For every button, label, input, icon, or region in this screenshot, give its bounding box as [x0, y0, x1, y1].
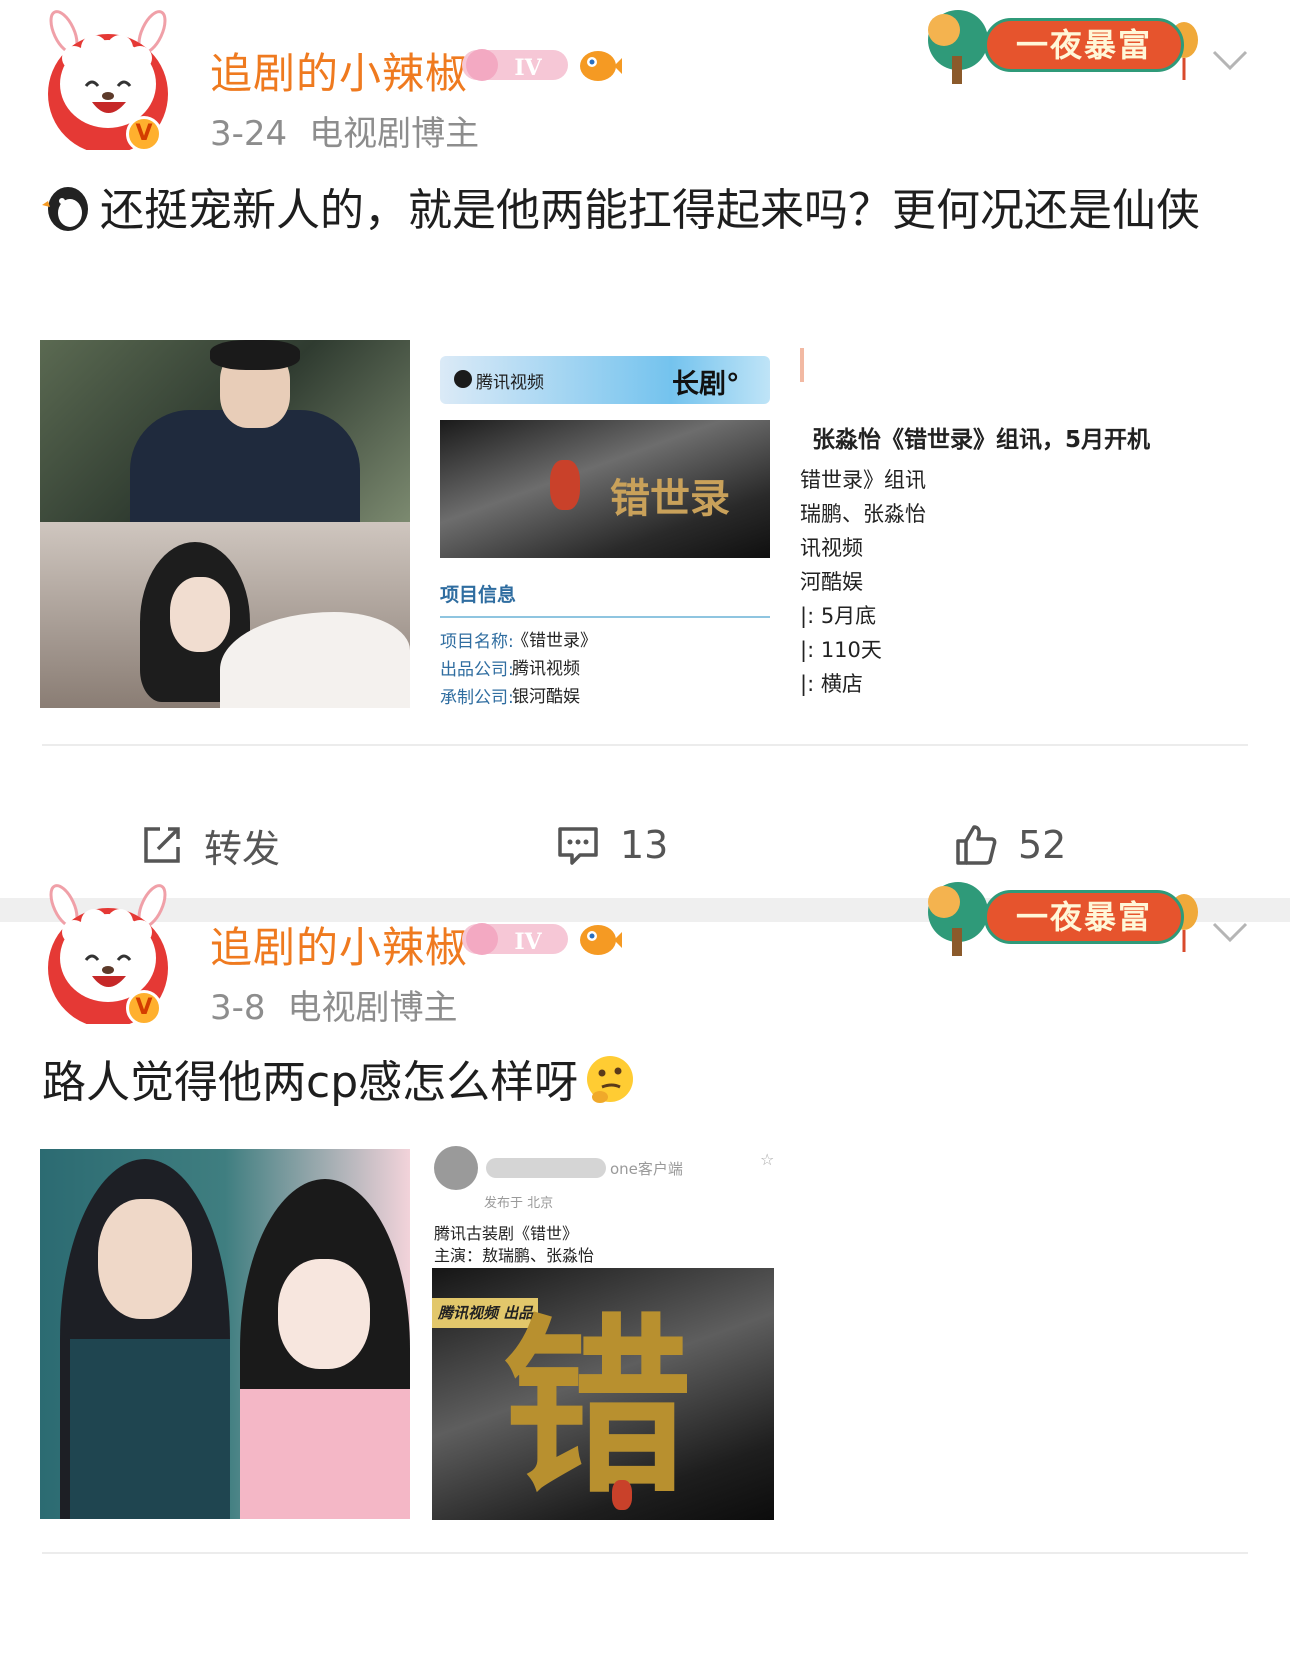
repost-label: 转发: [204, 826, 281, 871]
fortune-banner: 一夜暴富: [984, 890, 1184, 944]
news-line: 错世录》组讯: [800, 468, 926, 492]
username[interactable]: 追剧的小辣椒: [210, 914, 468, 975]
comment-icon: [558, 827, 598, 865]
news-line: 讯视频: [800, 536, 863, 560]
photo-actor: [60, 1159, 230, 1519]
blurred-username: [486, 1158, 606, 1178]
action-bar: 转发 13 52: [0, 810, 1290, 880]
news-headline: 张淼怡《错世录》组讯，5月开机: [812, 427, 1151, 453]
post-image-3[interactable]: 张淼怡《错世录》组讯，5月开机 错世录》组讯 瑞鹏、张淼怡 讯视频 河酷娱 |:…: [798, 340, 1170, 708]
author-category: 电视剧博主: [287, 988, 458, 1028]
poster: 腾讯视频 出品 错: [432, 1268, 774, 1520]
thinking-emoji-icon: [584, 1053, 636, 1105]
chevron-down-icon[interactable]: [1210, 46, 1250, 74]
client-text: one客户端: [610, 1160, 683, 1178]
verified-badge-icon: V: [126, 990, 162, 1026]
level-badge-icon: IV: [460, 44, 570, 86]
photo-actress: [240, 1179, 410, 1519]
post-date[interactable]: 3-8: [210, 988, 266, 1028]
card-row-value: 《错世录》: [512, 631, 597, 651]
level-badge-text: IV: [514, 55, 542, 81]
divider: [42, 1552, 1248, 1554]
card-title-art: 错世录: [610, 475, 730, 522]
card-brand: 腾讯视频: [476, 373, 544, 393]
news-line: 瑞鹏、张淼怡: [800, 502, 926, 526]
post-image-1[interactable]: [40, 340, 410, 708]
comment-button[interactable]: 13: [556, 810, 668, 880]
post-text-content: 路人觉得他两cp感怎么样呀: [42, 1057, 579, 1108]
like-button[interactable]: 52: [954, 810, 1066, 880]
poster-title-art: 错: [502, 1296, 693, 1519]
card-row-value: 银河酷娱: [512, 687, 580, 707]
fortune-banner: 一夜暴富: [984, 18, 1184, 72]
photo-actor-top: [40, 340, 410, 540]
author-category: 电视剧博主: [309, 114, 480, 154]
level-badge-icon: IV: [460, 918, 570, 960]
news-line: |: 横店: [800, 672, 863, 696]
weibo-post: V 追剧的小辣椒 IV 3-8 电视剧博主 一夜暴富 路人觉得他两cp感怎么样呀…: [0, 882, 1290, 1673]
post-text: 还挺宠新人的，就是他两能扛得起来吗？更何况还是仙侠: [42, 178, 1242, 244]
comment-count: 13: [620, 823, 669, 867]
fortune-decoration: 一夜暴富: [922, 0, 1212, 86]
divider: [42, 744, 1248, 746]
penguin-emoji-icon: [42, 181, 94, 233]
tencent-video-icon: [454, 370, 472, 388]
card-header: 腾讯视频 长剧°: [440, 356, 770, 404]
post-meta: 3-24 电视剧博主: [210, 106, 479, 155]
card-tag: 长剧°: [672, 369, 740, 400]
post-text: 路人觉得他两cp感怎么样呀: [42, 1050, 1242, 1116]
chevron-down-icon[interactable]: [1210, 918, 1250, 946]
username[interactable]: 追剧的小辣椒: [210, 40, 468, 101]
news-line: |: 110天: [800, 638, 882, 662]
like-count: 52: [1018, 823, 1067, 867]
post-location: 发布于 北京: [484, 1196, 554, 1211]
news-line: |: 5月底: [800, 604, 877, 628]
photo-actress-bottom: [40, 522, 410, 708]
star-icon: ☆: [760, 1150, 775, 1169]
post-text-content: 还挺宠新人的，就是他两能扛得起来吗？更何况还是仙侠: [100, 185, 1200, 236]
card-row-label: 出品公司:: [440, 660, 514, 680]
screenshot-line: 腾讯古装剧《错世》: [434, 1224, 579, 1243]
post-image-2[interactable]: 腾讯视频 长剧° 错世录 项目信息 项目名称: 《错世录》 出品公司: 腾讯视频…: [432, 340, 777, 708]
card-section: 项目信息: [440, 584, 517, 606]
repost-icon: [144, 827, 180, 863]
post-image-1[interactable]: [40, 1149, 410, 1519]
repost-button[interactable]: 转发: [140, 810, 280, 880]
thumbs-up-icon: [956, 825, 997, 865]
card-row-value: 腾讯视频: [512, 659, 580, 679]
card-row-label: 项目名称:: [440, 632, 514, 652]
card-row-label: 承制公司:: [440, 688, 514, 708]
fish-icon: [576, 918, 622, 960]
post-date[interactable]: 3-24: [210, 114, 287, 154]
news-line: 河酷娱: [800, 570, 863, 594]
weibo-post: V 追剧的小辣椒 IV 3-24 电视剧博主 一夜暴富 还挺宠新人的，就是他两能…: [0, 0, 1290, 898]
level-badge-text: IV: [514, 929, 542, 955]
card-poster: 错世录: [440, 420, 770, 558]
screenshot-line: 主演：敖瑞鹏、张淼怡: [434, 1246, 595, 1265]
post-meta: 3-8 电视剧博主: [210, 980, 458, 1029]
blurred-avatar: [434, 1146, 478, 1190]
fish-icon: [576, 44, 622, 86]
fortune-decoration: 一夜暴富: [922, 872, 1212, 958]
verified-badge-icon: V: [126, 116, 162, 152]
post-image-2[interactable]: one客户端 ☆ 发布于 北京 腾讯古装剧《错世》 主演：敖瑞鹏、张淼怡 腾讯视…: [430, 1132, 790, 1520]
